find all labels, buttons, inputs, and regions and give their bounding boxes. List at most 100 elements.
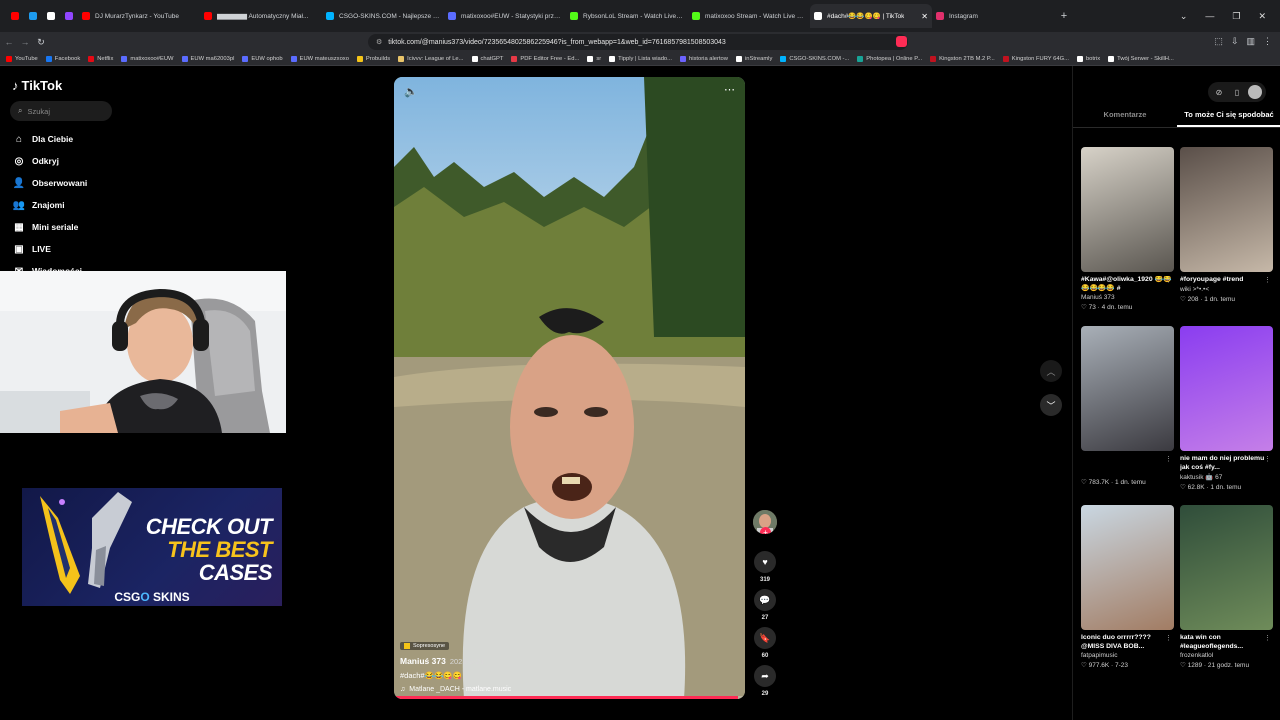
creator-avatar[interactable]: + <box>753 510 777 534</box>
address-bar[interactable]: ⚙ tiktok.com/@manius373/video/7235654802… <box>368 34 908 50</box>
bookmark-item[interactable]: Icivvv: League of Le... <box>398 55 464 62</box>
browser-tab[interactable]: matixoxoo Stream - Watch Live on Ki... <box>688 4 810 28</box>
forward-icon[interactable]: → <box>18 37 32 47</box>
recommended-video-card[interactable]: ⋮ ♡ 783.7K · 1 dn. temu <box>1081 326 1174 499</box>
panel-tab[interactable]: To może Ci się spodobać <box>1177 110 1280 127</box>
bookmark-item[interactable]: YouTube <box>6 55 38 62</box>
video-music[interactable]: ♫ Matlane _DACH - matlane.music <box>400 686 650 693</box>
bookmark-item[interactable]: historia alertow <box>679 55 728 62</box>
share-button[interactable]: ➦ <box>754 665 776 687</box>
browser-tab[interactable]: RybsonLoL Stream - Watch Live on Ki... <box>566 4 688 28</box>
card-options-icon[interactable]: ⋮ <box>1165 455 1172 463</box>
sidebar-item[interactable]: 👤 Obserwowani <box>12 172 88 194</box>
sidebar-toggle-icon[interactable]: ▥ <box>1246 36 1255 47</box>
site-info-icon[interactable]: ⚙ <box>376 38 382 46</box>
card-options-icon[interactable]: ⋮ <box>1264 634 1271 642</box>
csgo-skins-ad[interactable]: CHECK OUT THE BEST CASES CSGO SKINS <box>22 488 282 606</box>
recommended-video-card[interactable]: ⋮ nie mam do niej problemu jak coś #fy...… <box>1180 326 1273 499</box>
close-window-icon[interactable]: ✕ <box>1258 11 1266 22</box>
bookmark-item[interactable]: EUW ma62003pl <box>181 55 234 62</box>
next-video-button[interactable]: ﹀ <box>1040 394 1062 416</box>
extension-icon[interactable] <box>896 36 907 47</box>
video-thumbnail[interactable] <box>1180 505 1273 630</box>
bookmark-item[interactable]: botrix <box>1076 55 1100 62</box>
bookmark-item[interactable]: Twój Serwer - SkillH... <box>1108 55 1174 62</box>
video-thumbnail[interactable] <box>1081 147 1174 272</box>
bookmark-item[interactable]: CSGO-SKINS.COM -... <box>780 55 849 62</box>
save-button[interactable]: 🔖 <box>754 627 776 649</box>
back-icon[interactable]: ← <box>2 37 16 47</box>
bookmark-favicon-icon <box>181 55 188 62</box>
extensions-icon[interactable]: ⬚ <box>1214 36 1223 47</box>
pip-icon[interactable]: ⊘ <box>1212 88 1226 97</box>
search-input[interactable]: ⌕ Szukaj <box>10 101 112 121</box>
bookmark-item[interactable]: Tipply | Lista wiado... <box>609 55 672 62</box>
video-thumbnail[interactable] <box>1180 147 1273 272</box>
video-thumbnail[interactable] <box>1081 326 1174 451</box>
browser-tab[interactable]: DJ MurarzTynkarz - YouTube <box>78 4 200 28</box>
like-button[interactable]: ♥ <box>754 551 776 573</box>
bookmark-item[interactable]: Netflix <box>88 55 113 62</box>
comment-button[interactable]: 💬 <box>754 589 776 611</box>
tab-search-icon[interactable]: ⌄ <box>1180 11 1188 22</box>
music-title: Matlane _DACH - matlane.music <box>409 686 512 693</box>
card-options-icon[interactable]: ⋮ <box>1165 634 1172 642</box>
bookmark-item[interactable]: Photopea | Online P... <box>857 55 922 62</box>
browser-tab[interactable]: Instagram <box>932 4 1054 28</box>
follow-plus-icon[interactable]: + <box>760 527 771 534</box>
bookmark-item[interactable]: sr <box>587 55 601 62</box>
browser-tab[interactable]: matixoxoo#EUW - Statystyki przywo... <box>444 4 566 28</box>
card-options-icon[interactable]: ⋮ <box>1264 276 1271 284</box>
minimize-icon[interactable]: — <box>1205 11 1214 21</box>
card-options-icon[interactable]: ⋮ <box>1165 276 1172 284</box>
browser-tab[interactable]: CSGO-SKINS.COM - Najlepsze Skrzyn... <box>322 4 444 28</box>
bookmark-item[interactable]: chatGPT <box>471 55 503 62</box>
recommended-video-card[interactable]: ⋮ Iconic duo orrrrr???? @MISS DIVA BOB...… <box>1081 505 1174 678</box>
bookmark-item[interactable]: Facebook <box>45 55 80 62</box>
tiktok-logo[interactable]: ♪ TikTok <box>12 78 62 93</box>
bookmark-item[interactable]: inStreamly <box>735 55 772 62</box>
video-progress-bar[interactable] <box>394 696 745 699</box>
new-tab-icon[interactable]: + <box>1054 10 1074 22</box>
mute-icon[interactable]: 🔈 <box>404 85 418 98</box>
video-thumbnail[interactable] <box>1081 505 1174 630</box>
sidebar-item[interactable]: ⌂ Dla Ciebie <box>12 128 87 150</box>
browser-tab[interactable] <box>6 4 24 28</box>
effect-badge[interactable]: Sopresosyne <box>400 642 450 650</box>
bookmark-item[interactable]: EUW mateuszxoxo <box>290 55 349 62</box>
video-player[interactable]: 🔈 ⋯ Sopresosyne Maniuś 373 2023-5-21 #dac… <box>394 77 745 699</box>
menu-icon[interactable]: ⋮ <box>1263 36 1272 47</box>
sidebar-item[interactable]: 👥 Znajomi <box>12 194 87 216</box>
download-icon[interactable]: ⇩ <box>1231 36 1239 47</box>
recommended-video-card[interactable]: ⋮ kata win con #leagueoflegends... frozenk… <box>1180 505 1273 678</box>
more-options-icon[interactable]: ⋯ <box>724 83 735 96</box>
sidebar-item[interactable]: ◎ Odkryj <box>12 150 87 172</box>
sidebar-item[interactable]: ▦ Mini seriale <box>12 216 87 238</box>
recommended-video-card[interactable]: ⋮ #Kawa#@oliwka_1920 😂😂😂😂😂😂 # Maniuś 373 ♡ … <box>1081 147 1174 320</box>
phone-icon[interactable]: ▯ <box>1230 88 1244 97</box>
bookmark-item[interactable]: matixoxoo#EUW <box>121 55 174 62</box>
bookmark-label: Tipply | Lista wiado... <box>618 55 672 62</box>
browser-tab[interactable] <box>24 4 42 28</box>
bookmark-item[interactable]: Kingston FURY 64G... <box>1002 55 1069 62</box>
sidebar-item[interactable]: ▣ LIVE <box>12 238 87 260</box>
browser-tab[interactable]: #dach#😂😂😋😋 | TikTok ✕ <box>810 4 932 28</box>
previous-video-button[interactable]: ︿ <box>1040 360 1062 382</box>
bookmark-item[interactable]: PDF Editor Free - Ed... <box>511 55 579 62</box>
bookmark-item[interactable]: Kingston 2TB M.2 P... <box>930 55 995 62</box>
panel-tab[interactable]: Komentarze <box>1073 110 1177 127</box>
video-thumbnail[interactable] <box>1180 326 1273 451</box>
video-caption[interactable]: #dach#😂😂😋😋 <box>400 671 650 680</box>
recommended-video-card[interactable]: ⋮ #foryoupage #trend wiki >*•.•< ♡ 208 · 1 … <box>1180 147 1273 320</box>
video-author[interactable]: Maniuś 373 2023-5-21 <box>400 656 650 666</box>
browser-tab[interactable] <box>60 4 78 28</box>
bookmark-item[interactable]: Probuilds <box>356 55 390 62</box>
reload-icon[interactable]: ↻ <box>34 37 48 48</box>
bookmark-item[interactable]: EUW ophob <box>242 55 283 62</box>
profile-avatar[interactable] <box>1248 85 1262 99</box>
restore-icon[interactable]: ❐ <box>1232 11 1240 22</box>
browser-tab[interactable]: ▆▆▆▆▆▆ Automatyczny Miał... <box>200 4 322 28</box>
close-tab-icon[interactable]: ✕ <box>918 12 928 21</box>
browser-tab[interactable] <box>42 4 60 28</box>
card-options-icon[interactable]: ⋮ <box>1264 455 1271 463</box>
